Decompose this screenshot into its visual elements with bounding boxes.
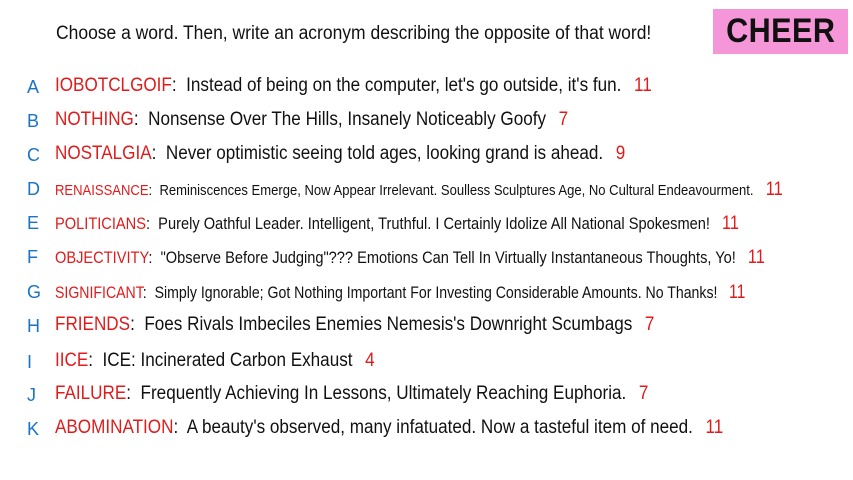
entry-word: ABOMINATION	[55, 417, 174, 438]
entry-acronym: Frequently Achieving In Lessons, Ultimat…	[140, 383, 627, 404]
entry-count: 7	[638, 383, 649, 404]
entry-acronym: Purely Oathful Leader. Intelligent, Trut…	[158, 214, 710, 233]
entry-line: IICE: ICE: Incinerated Carbon Exhaust 4	[55, 350, 375, 371]
entry-acronym: A beauty's observed, many infatuated. No…	[186, 417, 693, 438]
entry-line: RENAISSANCE: Reminiscences Emerge, Now A…	[55, 179, 783, 200]
entry-line: OBJECTIVITY: "Observe Before Judging"???…	[55, 247, 765, 268]
entry-count: 11	[765, 179, 783, 200]
entry-word: NOSTALGIA	[55, 143, 152, 164]
entry-word: SIGNIFICANT	[55, 283, 143, 302]
entry-count: 7	[644, 314, 655, 335]
entry-letter: A	[27, 77, 40, 97]
entry-letter: K	[27, 419, 40, 439]
entry-letter: C	[27, 145, 40, 165]
entry-acronym: Reminiscences Emerge, Now Appear Irrelev…	[159, 182, 754, 199]
entry-count: 11	[747, 247, 765, 268]
instruction-text: Choose a word. Then, write an acronym de…	[56, 23, 652, 44]
entry-letter: I	[27, 352, 33, 372]
entry-line: ABOMINATION: A beauty's observed, many i…	[55, 417, 724, 438]
entry-word: IICE	[55, 350, 89, 371]
cheer-badge: CHEER	[713, 9, 848, 54]
entry-word: FAILURE	[55, 383, 127, 404]
entry-acronym: Instead of being on the computer, let's …	[186, 75, 622, 96]
entry-letter: J	[27, 385, 36, 405]
entry-count: 11	[705, 417, 724, 438]
entry-line: NOSTALGIA: Never optimistic seeing told …	[55, 143, 626, 164]
entry-line: POLITICIANS: Purely Oathful Leader. Inte…	[55, 213, 740, 234]
entry-acronym: Nonsense Over The Hills, Insanely Notice…	[148, 109, 547, 130]
entry-word: RENAISSANCE	[55, 182, 149, 199]
entry-count: 11	[722, 213, 740, 234]
entry-acronym: ICE: Incinerated Carbon Exhaust	[102, 350, 353, 371]
entry-letter: F	[27, 247, 38, 267]
entry-letter: G	[27, 282, 42, 302]
entry-word: FRIENDS	[55, 314, 131, 335]
entry-count: 11	[729, 282, 746, 303]
entry-letter: B	[27, 111, 40, 131]
entry-line: IOBOTCLGOIF: Instead of being on the com…	[55, 75, 652, 96]
entry-acronym: "Observe Before Judging"??? Emotions Can…	[160, 248, 736, 267]
entry-letter: H	[27, 316, 40, 336]
entry-line: NOTHING: Nonsense Over The Hills, Insane…	[55, 109, 569, 130]
entry-letter: D	[27, 179, 40, 199]
entry-count: 4	[365, 350, 375, 371]
entry-count: 11	[633, 75, 652, 96]
entry-letter: E	[27, 213, 40, 233]
entry-acronym: Foes Rivals Imbeciles Enemies Nemesis's …	[144, 314, 633, 335]
entry-count: 9	[615, 143, 626, 164]
entry-word: IOBOTCLGOIF	[55, 75, 172, 96]
entry-word: NOTHING	[55, 109, 134, 130]
entry-acronym: Never optimistic seeing told ages, looki…	[165, 143, 604, 164]
entry-count: 7	[558, 109, 569, 130]
entry-line: FAILURE: Frequently Achieving In Lessons…	[55, 383, 649, 404]
entry-acronym: Simply Ignorable; Got Nothing Important …	[154, 283, 718, 302]
entry-word: OBJECTIVITY	[55, 248, 149, 267]
entry-line: FRIENDS: Foes Rivals Imbeciles Enemies N…	[55, 314, 655, 335]
badge-label: CHEER	[725, 12, 836, 50]
entry-line: SIGNIFICANT: Simply Ignorable; Got Nothi…	[55, 282, 746, 303]
entry-word: POLITICIANS	[55, 214, 146, 233]
